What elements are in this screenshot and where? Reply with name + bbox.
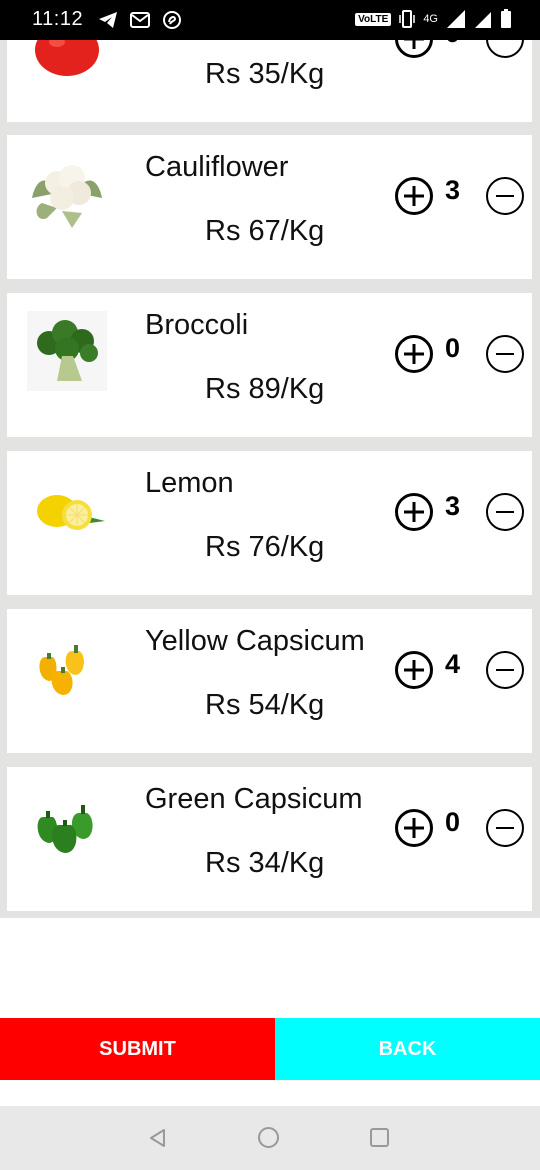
item-name: Green Capsicum (145, 783, 363, 815)
item-quantity: 0 (445, 40, 460, 49)
list-item: Rs 35/Kg 0 (7, 40, 532, 122)
list-item: Green Capsicum Rs 34/Kg 0 (7, 767, 532, 911)
product-list[interactable]: Rs 35/Kg 0 Cauliflower Rs 67/Kg 3 (0, 40, 540, 918)
increase-qty-button[interactable] (395, 809, 433, 847)
increase-qty-button[interactable] (395, 651, 433, 689)
decrease-qty-button[interactable] (486, 493, 524, 531)
item-price: Rs 76/Kg (205, 531, 325, 563)
nav-home-icon[interactable] (258, 1127, 279, 1148)
item-name: Yellow Capsicum (145, 625, 365, 657)
broccoli-icon (27, 311, 107, 391)
item-price: Rs 67/Kg (205, 215, 325, 247)
item-name: Lemon (145, 467, 234, 499)
lemon-icon (37, 495, 105, 530)
item-quantity: 0 (445, 807, 461, 837)
list-item: Cauliflower Rs 67/Kg 3 (7, 135, 532, 279)
decrease-qty-button[interactable] (486, 809, 524, 847)
item-quantity: 0 (445, 333, 461, 363)
status-system-icons: VoLTE 4G (355, 9, 512, 29)
back-button[interactable]: BACK (275, 1018, 540, 1080)
list-item: Broccoli Rs 89/Kg 0 (7, 293, 532, 437)
increase-qty-button[interactable] (395, 177, 433, 215)
nav-recent-apps-icon[interactable] (370, 1128, 389, 1147)
increase-qty-button[interactable] (395, 335, 433, 373)
tomato-icon (35, 40, 99, 76)
submit-button[interactable]: SUBMIT (0, 1018, 275, 1080)
telegram-icon (99, 12, 117, 28)
network-type-label: 4G (423, 13, 438, 25)
status-bar: 11:12 VoLTE 4G (0, 0, 540, 40)
item-price: Rs 54/Kg (205, 689, 325, 721)
gmail-icon (130, 12, 150, 28)
vibrate-icon (399, 10, 416, 28)
cauliflower-icon (32, 165, 102, 228)
increase-qty-button[interactable] (395, 40, 433, 58)
item-price: Rs 89/Kg (205, 373, 325, 405)
yellow-capsicum-icon (39, 645, 84, 695)
item-price: Rs 35/Kg (205, 58, 325, 90)
item-price: Rs 34/Kg (205, 847, 325, 879)
item-quantity: 3 (445, 491, 461, 521)
app-notification-icon (163, 11, 181, 29)
battery-icon (501, 9, 511, 28)
nav-back-icon[interactable] (146, 1127, 168, 1149)
signal-icon (447, 10, 465, 28)
item-name: Cauliflower (145, 151, 289, 183)
status-time: 11:12 (32, 8, 84, 30)
decrease-qty-button[interactable] (486, 177, 524, 215)
status-notification-icons (98, 10, 182, 30)
green-capsicum-icon (37, 805, 93, 853)
increase-qty-button[interactable] (395, 493, 433, 531)
decrease-qty-button[interactable] (486, 40, 524, 58)
decrease-qty-button[interactable] (486, 651, 524, 689)
system-navigation-bar (0, 1106, 540, 1170)
signal-icon-2 (475, 12, 491, 28)
decrease-qty-button[interactable] (486, 335, 524, 373)
item-quantity: 3 (445, 175, 461, 205)
item-name: Broccoli (145, 309, 249, 341)
list-item: Lemon Rs 76/Kg 3 (7, 451, 532, 595)
list-item: Yellow Capsicum Rs 54/Kg 4 (7, 609, 532, 753)
volte-badge: VoLTE (355, 12, 392, 26)
item-quantity: 4 (445, 649, 461, 679)
list-scrollbar[interactable] (532, 40, 540, 918)
